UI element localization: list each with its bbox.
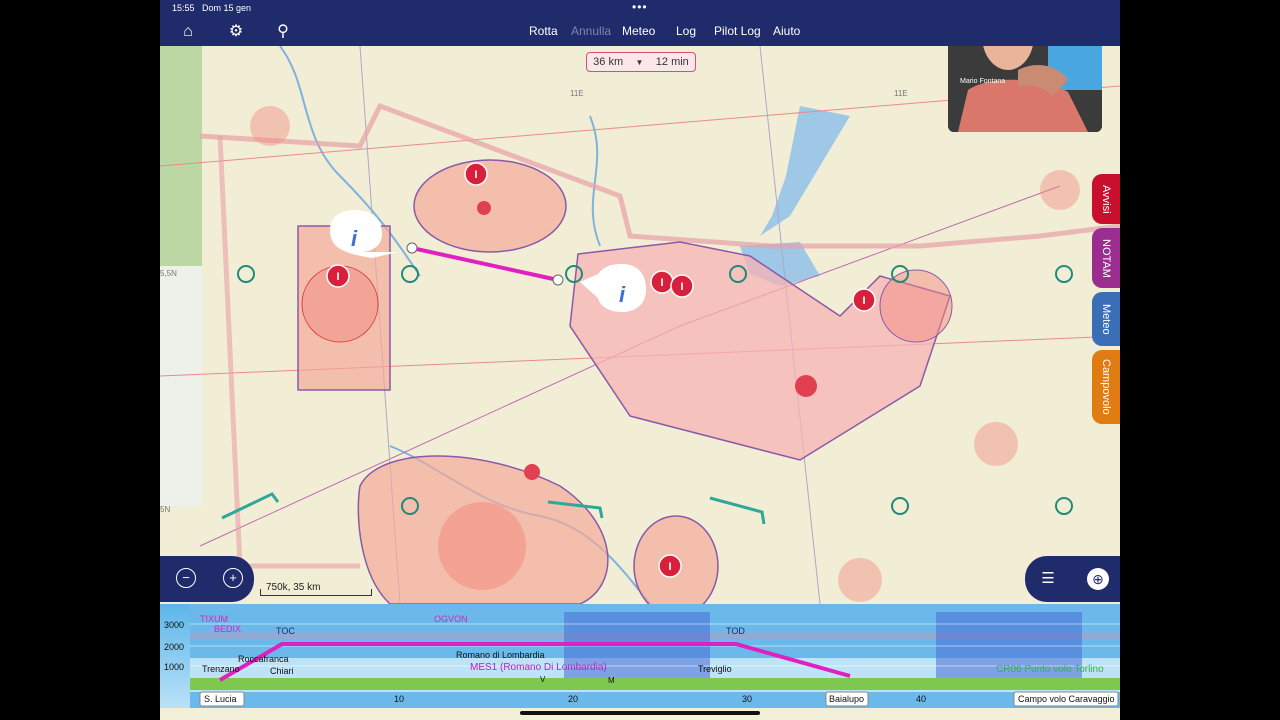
map-controls: ☰ ⊕ (1025, 556, 1120, 602)
map-scale: 750k, 35 km (260, 582, 372, 596)
m-marker: M (608, 676, 615, 685)
tab-label: Campovolo (1100, 359, 1112, 415)
grid-label: 5,5N (160, 269, 177, 278)
scale-label: 750k, 35 km (266, 582, 321, 593)
start-waypoint[interactable]: S. Lucia (204, 694, 237, 704)
grid-label: 11E (570, 89, 584, 98)
route-summary[interactable]: 36 km ▼ 12 min (586, 52, 696, 72)
toc-marker: TOC (276, 626, 295, 636)
home-icon[interactable]: ⌂ (177, 22, 199, 42)
profile-canvas[interactable]: 3000 2000 1000 TOC TOD TIXUM BEDIX OGVON… (160, 604, 1120, 708)
status-date: Dom 15 gen (202, 3, 252, 13)
route-waypoint[interactable] (406, 242, 418, 254)
vertical-profile[interactable]: 3000 2000 1000 TOC TOD TIXUM BEDIX OGVON… (160, 604, 1120, 708)
layers-icon[interactable]: ☰ (1039, 570, 1057, 588)
status-bar: 15:55 Dom 15 gen ••• (160, 0, 1120, 16)
waypoint-label: TIXUM (200, 614, 228, 624)
distance-tick: 10 (394, 694, 404, 704)
altitude-label: 2000 (164, 642, 184, 652)
airport-label: I (862, 295, 865, 307)
airport-label: I (336, 271, 339, 283)
grid-label: 11E (894, 89, 908, 98)
waypoint-label: OGVON (434, 614, 468, 624)
grid-label: 5N (160, 505, 170, 514)
airport-label: I (660, 277, 663, 289)
menu-annulla: Annulla (571, 24, 612, 38)
info-icon: i (619, 282, 626, 307)
terrain-area (160, 266, 202, 506)
airport-label: I (668, 561, 671, 573)
altitude-label: 1000 (164, 662, 184, 672)
airport-label: I (474, 169, 477, 181)
waypoint-label: BEDIX (214, 624, 241, 634)
tod-marker: TOD (726, 626, 745, 636)
info-icon: i (351, 226, 358, 251)
menu-aiuto[interactable]: Aiuto (773, 24, 800, 38)
airport-label: I (680, 281, 683, 293)
route-waypoint[interactable] (552, 274, 564, 286)
restricted-zone[interactable] (438, 502, 526, 590)
terrain-profile (190, 678, 1120, 690)
mid-waypoint[interactable]: Baialupo (829, 694, 864, 704)
route-distance: 36 km (593, 56, 624, 68)
chevron-down-icon: ▼ (635, 57, 644, 67)
airport-marker[interactable] (524, 464, 540, 480)
plus-icon[interactable]: + (223, 568, 243, 588)
menu-rotta[interactable]: Rotta (529, 24, 558, 38)
tab-campovolo[interactable]: Campovolo (1092, 350, 1120, 424)
v-marker: V (540, 675, 546, 684)
tab-label: Meteo (1100, 303, 1112, 335)
tab-avvisi[interactable]: Avvisi (1092, 174, 1120, 224)
distance-tick: 40 (916, 694, 926, 704)
airport-marker[interactable] (795, 375, 817, 397)
zoom-controls: − + (160, 556, 254, 602)
minus-icon[interactable]: − (176, 568, 196, 588)
tab-label: Avvisi (1100, 184, 1112, 214)
town-label: Trenzano (202, 664, 240, 674)
gear-icon[interactable]: ⚙ (225, 22, 247, 42)
altitude-label: 3000 (164, 620, 184, 630)
tab-meteo[interactable]: Meteo (1092, 292, 1120, 346)
home-indicator[interactable] (520, 711, 760, 715)
route-time: 12 min (655, 56, 689, 68)
town-label: Chiari (270, 666, 294, 676)
tab-label: NOTAM (1100, 238, 1112, 278)
tab-notam[interactable]: NOTAM (1092, 228, 1120, 288)
participant-name: Mario Fontana (960, 78, 1006, 85)
end-waypoint[interactable]: Campo volo Caravaggio (1018, 694, 1115, 704)
distance-tick: 30 (742, 694, 752, 704)
restricted-zone[interactable] (1040, 170, 1080, 210)
multitask-dots[interactable]: ••• (632, 0, 648, 14)
airspace-label: CR06 Punto volo Torlino (996, 664, 1104, 675)
restricted-zone[interactable] (879, 269, 953, 343)
search-icon[interactable]: ⚲ (272, 22, 294, 42)
terrain-area (160, 46, 202, 286)
locate-icon[interactable]: ⊕ (1087, 568, 1109, 590)
airspace-label: MES1 (Romano Di Lombardia) (470, 662, 607, 673)
town-label: Roccafranca (238, 654, 289, 664)
menu-log[interactable]: Log (676, 24, 696, 38)
restricted-zone[interactable] (974, 422, 1018, 466)
town-label: Treviglio (698, 664, 732, 674)
status-time: 15:55 (172, 3, 195, 13)
restricted-zone[interactable] (250, 106, 290, 146)
menu-pilot-log[interactable]: Pilot Log (714, 24, 761, 38)
menu-meteo[interactable]: Meteo (622, 24, 655, 38)
town-label: Romano di Lombardia (456, 650, 545, 660)
distance-tick: 20 (568, 694, 578, 704)
airport-marker[interactable] (477, 201, 491, 215)
restricted-zone[interactable] (838, 558, 882, 602)
